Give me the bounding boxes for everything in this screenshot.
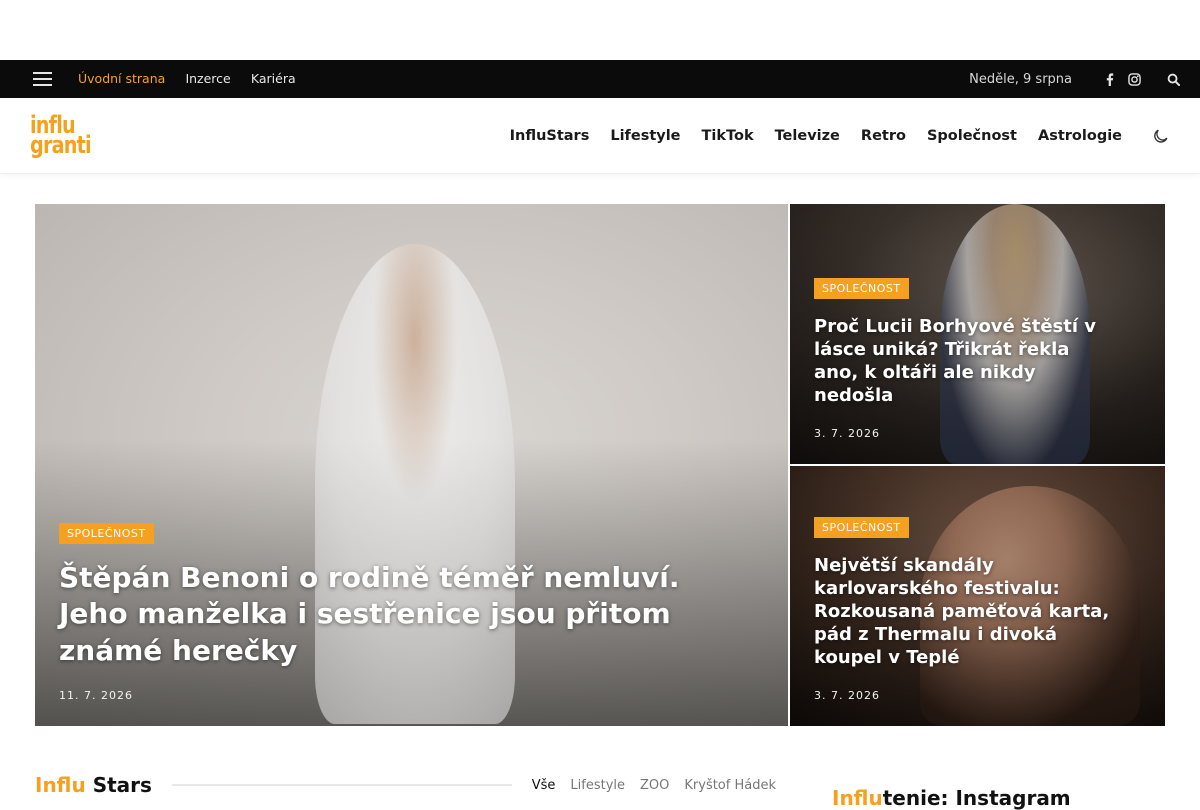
logo-line-2: granti xyxy=(30,130,92,159)
main-nav: InfluStars Lifestyle TikTok Televize Ret… xyxy=(489,127,1170,145)
article-date: 11. 7. 2026 xyxy=(59,689,133,702)
nav-influstars[interactable]: InfluStars xyxy=(510,128,590,144)
facebook-icon[interactable] xyxy=(1106,72,1114,86)
section-title: Influ Stars xyxy=(35,773,152,797)
category-badge[interactable]: SPOLEČNOST xyxy=(59,522,154,544)
site-logo[interactable]: influ granti xyxy=(30,113,98,159)
article-title[interactable]: Štěpán Benoni o rodině téměř nemluví. Je… xyxy=(59,560,749,669)
filter-krystof-hadek[interactable]: Kryštof Hádek xyxy=(684,778,776,793)
sidebar-title: Influtenie: Instagram xyxy=(832,786,1071,810)
current-date: Neděle, 9 srpna xyxy=(969,71,1072,87)
nav-astrologie[interactable]: Astrologie xyxy=(1038,128,1122,144)
nav-lifestyle[interactable]: Lifestyle xyxy=(610,128,680,144)
hero-main-article[interactable]: SPOLEČNOST Štěpán Benoni o rodině téměř … xyxy=(35,204,788,726)
site-header: influ granti InfluStars Lifestyle TikTok… xyxy=(0,98,1200,174)
dark-mode-toggle-icon[interactable] xyxy=(1152,127,1170,145)
article-date: 3. 7. 2026 xyxy=(814,689,880,702)
filter-lifestyle[interactable]: Lifestyle xyxy=(570,778,625,793)
nav-spolecnost[interactable]: Společnost xyxy=(927,128,1017,144)
hero-side-article-top[interactable]: SPOLEČNOST Proč Lucii Borhyové štěstí v … xyxy=(790,204,1165,464)
filter-vse[interactable]: Vše xyxy=(532,778,556,793)
filter-zoo[interactable]: ZOO xyxy=(640,778,669,793)
top-bar: Úvodní strana Inzerce Kariéra Neděle, 9 … xyxy=(0,60,1200,98)
category-badge[interactable]: SPOLEČNOST xyxy=(814,277,909,299)
top-nav-kariera[interactable]: Kariéra xyxy=(251,71,296,86)
ad-space xyxy=(0,0,1200,60)
nav-retro[interactable]: Retro xyxy=(861,128,906,144)
nav-tiktok[interactable]: TikTok xyxy=(702,128,754,144)
hero-side-top-content: SPOLEČNOST Proč Lucii Borhyové štěstí v … xyxy=(814,277,1141,440)
section-title-highlight: Influ xyxy=(35,773,86,797)
top-nav-inzerce[interactable]: Inzerce xyxy=(185,71,230,86)
article-title[interactable]: Proč Lucii Borhyové štěstí v lásce uniká… xyxy=(814,315,1114,407)
top-nav-home[interactable]: Úvodní strana xyxy=(78,71,165,86)
section-filters: Vše Lifestyle ZOO Kryštof Hádek xyxy=(532,778,776,793)
article-title[interactable]: Největší skandály karlovarského festival… xyxy=(814,554,1114,669)
nav-televize[interactable]: Televize xyxy=(775,128,840,144)
section-divider xyxy=(171,784,512,786)
influstars-section-header: Influ Stars Vše Lifestyle ZOO Kryštof Há… xyxy=(35,770,776,800)
sidebar-title-highlight: Influ xyxy=(832,786,883,810)
section-title-rest: Stars xyxy=(92,773,152,797)
hero-side-bottom-content: SPOLEČNOST Největší skandály karlovarské… xyxy=(814,516,1141,702)
menu-icon[interactable] xyxy=(33,72,52,86)
instagram-icon[interactable] xyxy=(1128,72,1141,86)
search-icon[interactable] xyxy=(1167,73,1180,86)
category-badge[interactable]: SPOLEČNOST xyxy=(814,516,909,538)
hero-main-content: SPOLEČNOST Štěpán Benoni o rodině téměř … xyxy=(59,522,764,702)
top-nav: Úvodní strana Inzerce Kariéra xyxy=(78,71,312,87)
article-date: 3. 7. 2026 xyxy=(814,427,880,440)
social-links xyxy=(1106,72,1141,86)
sidebar-title-rest: tenie: Instagram xyxy=(882,786,1071,810)
hero-side-article-bottom[interactable]: SPOLEČNOST Největší skandály karlovarské… xyxy=(790,466,1165,726)
hero-grid: SPOLEČNOST Štěpán Benoni o rodině téměř … xyxy=(35,204,1165,726)
